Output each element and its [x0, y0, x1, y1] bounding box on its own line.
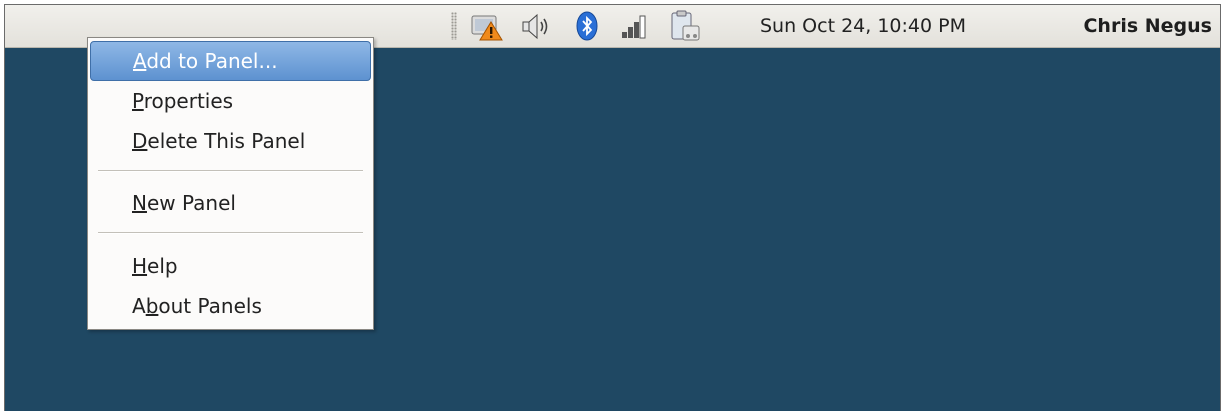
panel-context-menu: Add to Panel... Properties Delete This P…	[87, 37, 374, 330]
menu-item-new-panel[interactable]: New Panel	[90, 183, 371, 223]
signal-strength-icon[interactable]	[619, 10, 651, 42]
menu-item-properties[interactable]: Properties	[90, 81, 371, 121]
screen: Sun Oct 24, 10:40 PM Chris Negus Add to …	[4, 4, 1221, 411]
clipboard-icon[interactable]	[669, 10, 701, 42]
menu-separator	[98, 170, 363, 172]
menu-item-delete-this-panel[interactable]: Delete This Panel	[90, 121, 371, 161]
menu-item-add-to-panel[interactable]: Add to Panel...	[90, 41, 371, 81]
user-name[interactable]: Chris Negus	[1083, 15, 1212, 37]
menu-item-help[interactable]: Help	[90, 246, 371, 286]
volume-icon[interactable]	[520, 10, 552, 42]
bluetooth-icon[interactable]	[571, 10, 603, 42]
menu-item-about-panels[interactable]: About Panels	[90, 286, 371, 326]
network-warning-icon[interactable]	[471, 10, 503, 42]
clock[interactable]: Sun Oct 24, 10:40 PM	[760, 15, 966, 37]
menu-separator	[98, 232, 363, 234]
panel-drag-handle[interactable]	[451, 12, 457, 40]
